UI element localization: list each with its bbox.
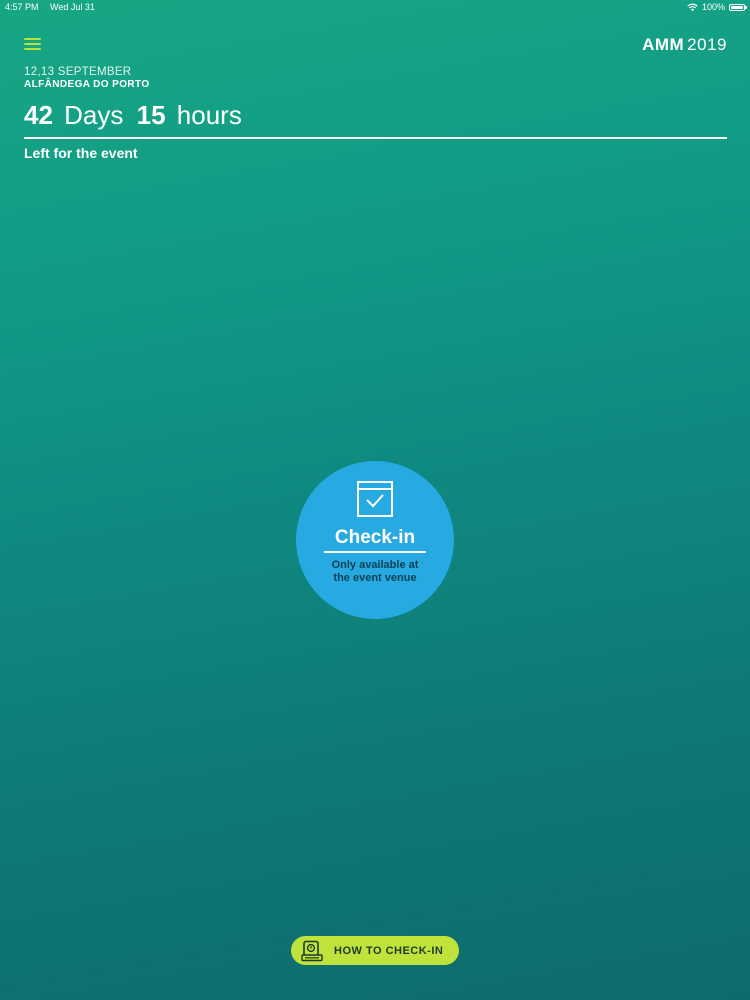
checkin-title: Check-in <box>334 527 416 548</box>
logo-text: AMM <box>642 35 685 54</box>
checkin-note-line1: Only available at <box>331 559 419 571</box>
status-left: 4:57 PM Wed Jul 31 <box>5 0 104 14</box>
countdown: 42 Days 15 hours <box>24 98 248 132</box>
event-venue: ALFÂNDEGA DO PORTO <box>24 79 150 90</box>
status-date: Wed Jul 31 <box>50 2 95 12</box>
checkin-button[interactable]: Check-in Only available at the event ven… <box>296 461 454 619</box>
countdown-days-label: Days <box>64 100 124 130</box>
calendar-check-icon <box>357 481 393 517</box>
battery-icon <box>729 3 747 11</box>
how-to-checkin-label: HOW TO CHECK-IN <box>334 944 444 957</box>
menu-icon[interactable] <box>24 38 41 51</box>
countdown-hours-value: 15 <box>136 100 166 130</box>
countdown-caption: Left for the event <box>24 145 138 161</box>
app-logo: AMM 2019 <box>642 35 727 55</box>
checkin-underline <box>324 551 426 553</box>
wifi-icon <box>687 3 698 11</box>
ticket-scan-icon <box>301 940 323 961</box>
logo-year: 2019 <box>687 35 727 54</box>
countdown-hours-label: hours <box>176 100 242 130</box>
how-to-checkin-button[interactable]: HOW TO CHECK-IN <box>291 936 459 965</box>
countdown-days-value: 42 <box>24 100 53 130</box>
battery-percent: 100% <box>701 2 725 12</box>
checkin-note-line2: the event venue <box>333 572 417 584</box>
status-bar: 4:57 PM Wed Jul 31 100% <box>0 0 750 14</box>
countdown-divider <box>24 137 727 139</box>
status-time: 4:57 PM <box>5 2 39 12</box>
checkin-note: Only available at the event venue <box>314 559 436 585</box>
event-dates: 12,13 SEPTEMBER <box>24 66 132 78</box>
status-right: 100% <box>687 0 747 14</box>
